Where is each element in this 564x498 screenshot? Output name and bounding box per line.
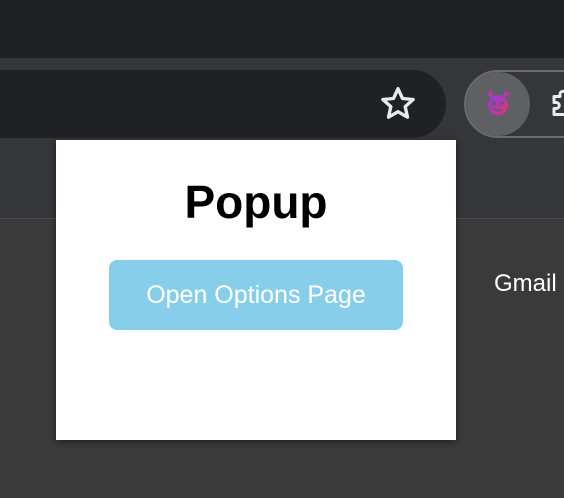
extension-icon[interactable] xyxy=(482,88,514,120)
star-icon[interactable] xyxy=(378,84,418,124)
open-options-button[interactable]: Open Options Page xyxy=(109,260,403,330)
popup-title: Popup xyxy=(184,176,328,228)
browser-window: Gmail Popup Open Options Page xyxy=(0,0,564,498)
gmail-link[interactable]: Gmail xyxy=(494,270,557,298)
tab-strip xyxy=(0,0,564,58)
extension-popup: Popup Open Options Page xyxy=(56,140,456,440)
puzzle-icon[interactable] xyxy=(548,86,564,122)
